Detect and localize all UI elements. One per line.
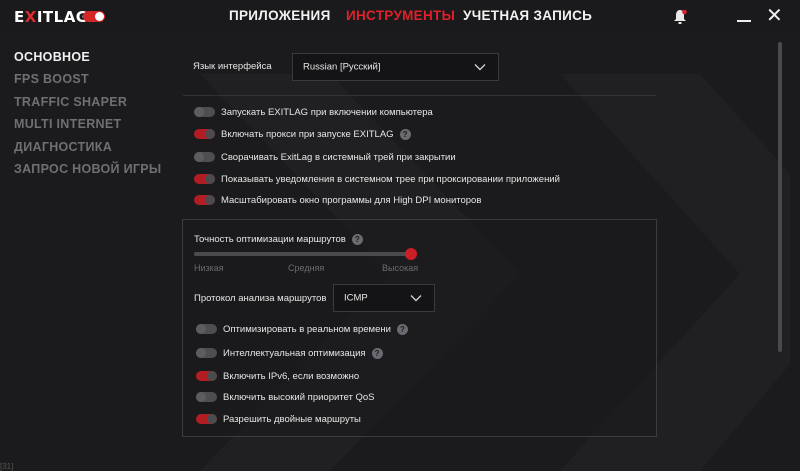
divider xyxy=(183,95,656,96)
sidebar-item-traffic-shaper[interactable]: TRAFFIC SHAPER xyxy=(14,94,174,116)
autostart-toggle[interactable] xyxy=(194,107,215,117)
proxy-on-start-toggle[interactable] xyxy=(194,129,215,139)
scrollbar[interactable] xyxy=(778,42,782,352)
precision-slider-track[interactable] xyxy=(194,252,412,256)
option-tray-notifications: Показывать уведомления в системном трее … xyxy=(194,172,560,186)
language-select[interactable]: Russian [Русский] xyxy=(292,53,499,81)
sidebar-item-request-new-game[interactable]: ЗАПРОС НОВОЙ ИГРЫ xyxy=(14,161,174,183)
top-bar: EXITLAG ПРИЛОЖЕНИЯ ИНСТРУМЕНТЫ УЧЕТНАЯ З… xyxy=(0,0,800,34)
precision-slider-handle[interactable] xyxy=(405,248,417,260)
ipv6-toggle[interactable] xyxy=(196,371,217,381)
option-smart-optimization: Интеллектуальная оптимизация ? xyxy=(196,346,383,360)
sidebar-item-general[interactable]: ОСНОВНОЕ xyxy=(14,49,174,71)
tab-applications[interactable]: ПРИЛОЖЕНИЯ xyxy=(229,8,331,23)
precision-title: Точность оптимизации маршрутов ? xyxy=(194,234,363,245)
option-label: Показывать уведомления в системном трее … xyxy=(221,173,560,185)
option-label: Масштабировать окно программы для High D… xyxy=(221,194,482,206)
option-label: Включить высокий приоритет QoS xyxy=(223,391,375,403)
chevron-down-icon xyxy=(474,64,486,71)
realtime-optimization-toggle[interactable] xyxy=(196,324,217,334)
sidebar-item-fps-boost[interactable]: FPS BOOST xyxy=(14,71,174,93)
option-qos: Включить высокий приоритет QoS xyxy=(196,390,375,404)
tick-low: Низкая xyxy=(194,263,224,273)
help-icon[interactable]: ? xyxy=(396,323,408,335)
option-label: Разрешить двойные маршруты xyxy=(223,413,361,425)
option-label: Запускать EXITLAG при включении компьюте… xyxy=(221,106,433,118)
master-toggle[interactable] xyxy=(83,11,105,22)
dual-routes-toggle[interactable] xyxy=(196,414,217,424)
protocol-select[interactable]: ICMP xyxy=(333,284,435,312)
chevron-down-icon xyxy=(410,295,422,302)
language-row: Язык интерфейса Russian [Русский] xyxy=(193,53,513,81)
option-label: Оптимизировать в реальном времени xyxy=(223,323,391,335)
language-value: Russian [Русский] xyxy=(303,61,381,73)
precision-slider-fill xyxy=(194,252,412,256)
tab-account[interactable]: УЧЕТНАЯ ЗАПИСЬ xyxy=(463,8,592,23)
close-button[interactable]: ✕ xyxy=(766,6,783,26)
footer-label: [31] xyxy=(0,462,14,471)
minimize-to-tray-toggle[interactable] xyxy=(194,152,215,162)
option-label: Интеллектуальная оптимизация xyxy=(223,347,366,359)
language-label: Язык интерфейса xyxy=(193,61,272,72)
tick-high: Высокая xyxy=(382,263,419,273)
protocol-value: ICMP xyxy=(344,292,368,304)
option-realtime-optimization: Оптимизировать в реальном времени ? xyxy=(196,322,408,336)
option-label: Включить IPv6, если возможно xyxy=(223,370,360,382)
smart-optimization-toggle[interactable] xyxy=(196,348,217,358)
help-icon[interactable]: ? xyxy=(371,347,383,359)
tab-tools[interactable]: ИНСТРУМЕНТЫ xyxy=(346,8,455,23)
option-autostart: Запускать EXITLAG при включении компьюте… xyxy=(194,105,433,119)
exitlag-logo: EXITLAG xyxy=(14,8,89,26)
sidebar: ОСНОВНОЕ FPS BOOST TRAFFIC SHAPER MULTI … xyxy=(14,49,174,183)
minimize-button[interactable] xyxy=(737,20,751,22)
option-dual-routes: Разрешить двойные маршруты xyxy=(196,412,361,426)
tray-notifications-toggle[interactable] xyxy=(194,174,215,184)
option-minimize-to-tray: Сворачивать ExitLag в системный трей при… xyxy=(194,150,456,164)
precision-label: Точность оптимизации маршрутов xyxy=(194,234,346,245)
sidebar-item-multi-internet[interactable]: MULTI INTERNET xyxy=(14,116,174,138)
high-dpi-toggle[interactable] xyxy=(194,195,215,205)
sidebar-item-diagnostics[interactable]: ДИАГНОСТИКА xyxy=(14,139,174,161)
protocol-label: Протокол анализа маршрутов xyxy=(194,293,327,304)
help-icon[interactable]: ? xyxy=(351,234,363,245)
option-label: Сворачивать ExitLag в системный трей при… xyxy=(221,151,456,163)
option-high-dpi: Масштабировать окно программы для High D… xyxy=(194,193,481,207)
tick-medium: Средняя xyxy=(288,263,325,273)
option-ipv6: Включить IPv6, если возможно xyxy=(196,369,359,383)
bell-icon[interactable] xyxy=(673,9,687,25)
qos-toggle[interactable] xyxy=(196,392,217,402)
option-label: Включать прокси при запуске EXITLAG xyxy=(221,128,394,140)
option-proxy-on-start: Включать прокси при запуске EXITLAG ? xyxy=(194,127,411,141)
help-icon[interactable]: ? xyxy=(399,128,411,140)
